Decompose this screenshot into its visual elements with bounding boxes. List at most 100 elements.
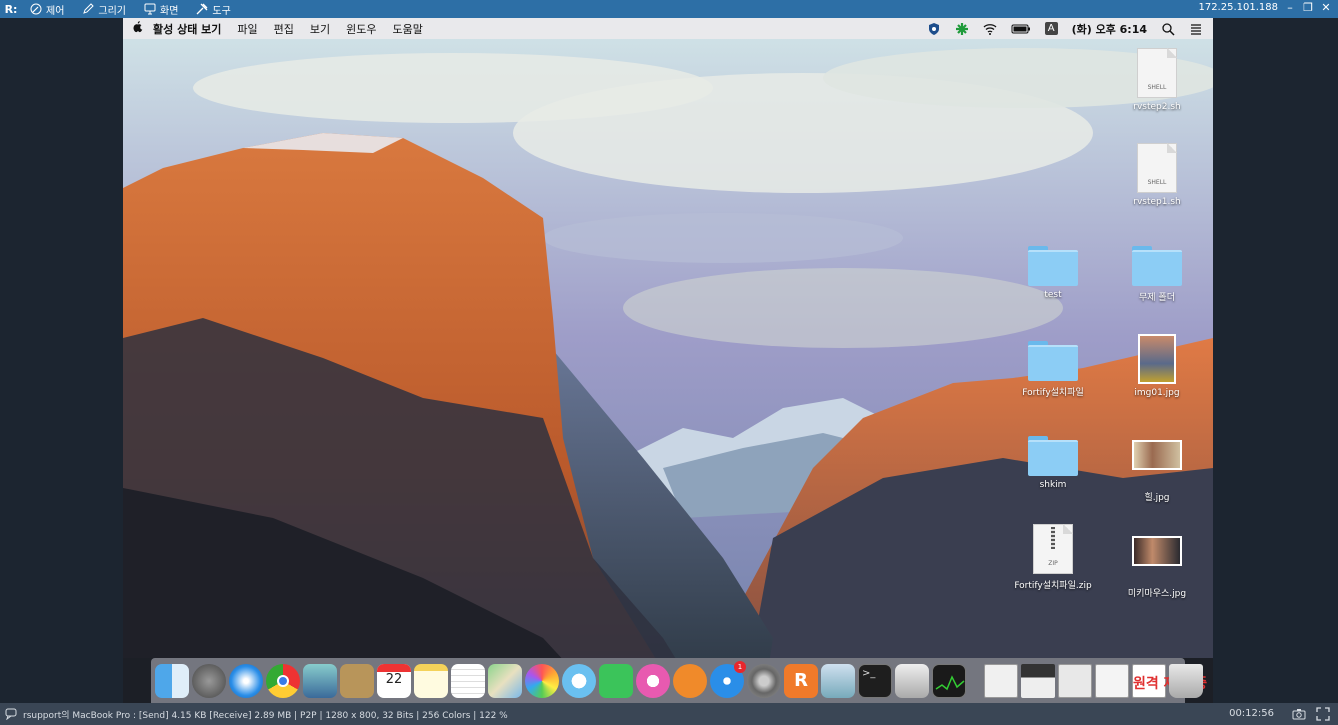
folder-icon: [1028, 246, 1078, 286]
trash-icon[interactable]: [1169, 663, 1203, 698]
rsupport-icon[interactable]: R: [784, 663, 818, 698]
mail-icon[interactable]: [303, 663, 337, 698]
desktop-icon-mickey-jpg[interactable]: 미키마우스.jpg: [1117, 536, 1197, 599]
desktop-icon-label: shkim: [1039, 480, 1067, 490]
desktop-icon-label: img01.jpg: [1134, 388, 1180, 398]
launchpad-icon[interactable]: [192, 663, 226, 698]
desktop-icon-shkim[interactable]: shkim: [1013, 436, 1093, 490]
remote-ip-address: 172.25.101.188: [1198, 2, 1278, 13]
minimized-window-icon[interactable]: [1058, 663, 1092, 698]
system-preferences-icon[interactable]: [747, 663, 781, 698]
maps-icon[interactable]: [488, 663, 522, 698]
shell-file-icon: SHELL: [1137, 48, 1177, 98]
desktop-icon-rvstep2[interactable]: SHELL rvstep2.sh: [1117, 48, 1197, 112]
desktop-icon-untitled-folder[interactable]: 무제 폴더: [1117, 246, 1197, 303]
desktop-icon-label: 힐.jpg: [1144, 493, 1170, 503]
desktop-icon-label: 무제 폴더: [1139, 293, 1175, 303]
connection-status-text: rsupport의 MacBook Pro : [Send] 4.15 KB […: [23, 710, 508, 721]
menu-file[interactable]: 파일: [237, 21, 257, 37]
menu-view[interactable]: 보기: [310, 21, 330, 37]
desktop-icon-hil-jpg[interactable]: 힐.jpg: [1117, 440, 1197, 503]
desktop-icon-label: Fortify설치파일: [1022, 388, 1084, 398]
monitor-icon: [144, 3, 156, 15]
viewer-menu-label: 도구: [212, 5, 231, 17]
mac-menubar: 활성 상태 보기 파일 편집 보기 윈도우 도움말 A (화) 오후 6:14: [123, 18, 1213, 39]
restore-icon[interactable]: ❐: [1302, 1, 1314, 15]
contacts-icon[interactable]: [340, 663, 374, 698]
viewer-menu-label: 화면: [160, 5, 179, 17]
viewer-menu-draw[interactable]: 그리기: [82, 2, 126, 17]
viewer-menu: 제어 그리기 화면 도구: [22, 2, 241, 17]
app-store-badge: 1: [734, 660, 746, 673]
pencil-icon: [83, 3, 95, 14]
menu-help[interactable]: 도움말: [393, 21, 423, 37]
chrome-icon[interactable]: [266, 663, 300, 698]
viewer-menu-control[interactable]: 제어: [30, 2, 64, 17]
messages-icon[interactable]: [562, 663, 596, 698]
pen-icon: [30, 3, 42, 15]
photos-icon[interactable]: [525, 663, 559, 698]
viewer-toolbar: R: 제어 그리기 화면 도구 172.25.101.188 – ❐ ✕: [0, 0, 1338, 18]
finder-icon[interactable]: [155, 663, 189, 698]
safari-icon[interactable]: [229, 663, 263, 698]
desktop-icon-fortify-folder[interactable]: Fortify설치파일: [1013, 341, 1093, 398]
reminders-icon[interactable]: [451, 663, 485, 698]
desktop-icon-img01[interactable]: img01.jpg: [1117, 334, 1197, 398]
desktop-icon-label: test: [1044, 290, 1062, 300]
desktop-icon-label: Fortify설치파일.zip: [1014, 581, 1092, 591]
desktop-icon-label: rvstep1.sh: [1133, 197, 1181, 207]
calendar-day: 22: [385, 671, 403, 687]
viewer-menu-label: 그리기: [98, 5, 127, 17]
desktop-icon-rvstep1[interactable]: SHELL rvstep1.sh: [1117, 143, 1197, 207]
window-controls: – ❐ ✕: [1284, 1, 1332, 15]
remote-screen[interactable]: 활성 상태 보기 파일 편집 보기 윈도우 도움말 A (화) 오후 6:14 …: [123, 18, 1213, 703]
search-icon[interactable]: [1161, 22, 1175, 36]
minimized-window-icon[interactable]: [1021, 663, 1055, 698]
minimized-window-icon[interactable]: [984, 663, 1018, 698]
menubar-clock[interactable]: (화) 오후 6:14: [1072, 21, 1147, 37]
camera-icon[interactable]: [1292, 707, 1306, 721]
viewer-menu-label: 제어: [46, 5, 65, 17]
chat-icon[interactable]: [5, 708, 17, 720]
session-timer: 00:12:56: [1229, 708, 1274, 719]
close-icon[interactable]: ✕: [1320, 1, 1332, 15]
fullscreen-icon[interactable]: [1316, 707, 1330, 721]
viewer-bottom-actions: [1292, 707, 1330, 721]
minimize-icon[interactable]: –: [1284, 1, 1296, 15]
viewer-menu-tools[interactable]: 도구: [196, 2, 231, 17]
viewer-menu-screen[interactable]: 화면: [144, 2, 178, 17]
photo-thumbnail-icon: [1138, 334, 1176, 384]
activity-monitor-icon[interactable]: [932, 663, 966, 698]
notes-icon[interactable]: [414, 663, 448, 698]
folder-icon: [1028, 436, 1078, 476]
desktop-icon-fortify-zip[interactable]: ZIP Fortify설치파일.zip: [1013, 524, 1093, 591]
menu-app-name[interactable]: 활성 상태 보기: [153, 21, 221, 37]
input-source-icon[interactable]: A: [1044, 22, 1058, 35]
wifi-icon[interactable]: [983, 22, 997, 36]
menu-edit[interactable]: 편집: [274, 21, 294, 37]
viewer-logo: R:: [4, 2, 18, 16]
menu-window[interactable]: 윈도우: [346, 21, 376, 37]
shield-icon[interactable]: [927, 22, 941, 36]
desktop-icon-label: rvstep2.sh: [1133, 102, 1181, 112]
photo-thumbnail-icon: [1132, 440, 1182, 470]
menubar-status-area: A (화) 오후 6:14: [927, 18, 1203, 39]
minimized-window-icon[interactable]: [1095, 663, 1129, 698]
grapher-icon[interactable]: [895, 663, 929, 698]
itunes-icon[interactable]: [636, 663, 670, 698]
app-store-icon[interactable]: 1: [710, 660, 746, 698]
list-icon[interactable]: [1189, 22, 1203, 36]
battery-icon[interactable]: [1011, 22, 1031, 36]
asterisk-icon[interactable]: [955, 22, 969, 36]
desktop-icon-label: 미키마우스.jpg: [1127, 589, 1187, 599]
calendar-icon[interactable]: 22: [377, 663, 411, 698]
ibooks-icon[interactable]: [673, 663, 707, 698]
folder-icon: [1132, 246, 1182, 286]
apple-menu-icon[interactable]: [123, 20, 153, 37]
terminal-icon[interactable]: >_: [858, 663, 892, 698]
facetime-icon[interactable]: [599, 663, 633, 698]
tools-icon: [196, 3, 208, 15]
preview-icon[interactable]: [821, 663, 855, 698]
desktop-icon-test[interactable]: test: [1013, 246, 1093, 300]
minimized-window-icon[interactable]: 원격 제어 중: [1132, 663, 1207, 698]
